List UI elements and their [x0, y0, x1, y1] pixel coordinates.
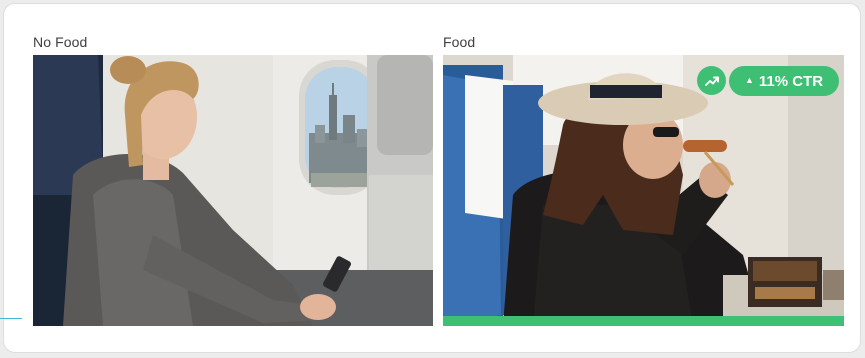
connector-line [0, 318, 22, 319]
ctr-badge: ▲ 11% CTR [729, 66, 839, 96]
food-highlight-bar [443, 316, 844, 326]
trending-up-icon [704, 74, 719, 88]
panel-label-no-food: No Food [33, 34, 88, 50]
up-arrow-icon: ▲ [744, 75, 754, 85]
trend-button[interactable] [697, 66, 726, 95]
panel-label-food: Food [443, 34, 476, 50]
ctr-value: 11% CTR [758, 72, 824, 90]
photo-no-food [33, 55, 433, 326]
